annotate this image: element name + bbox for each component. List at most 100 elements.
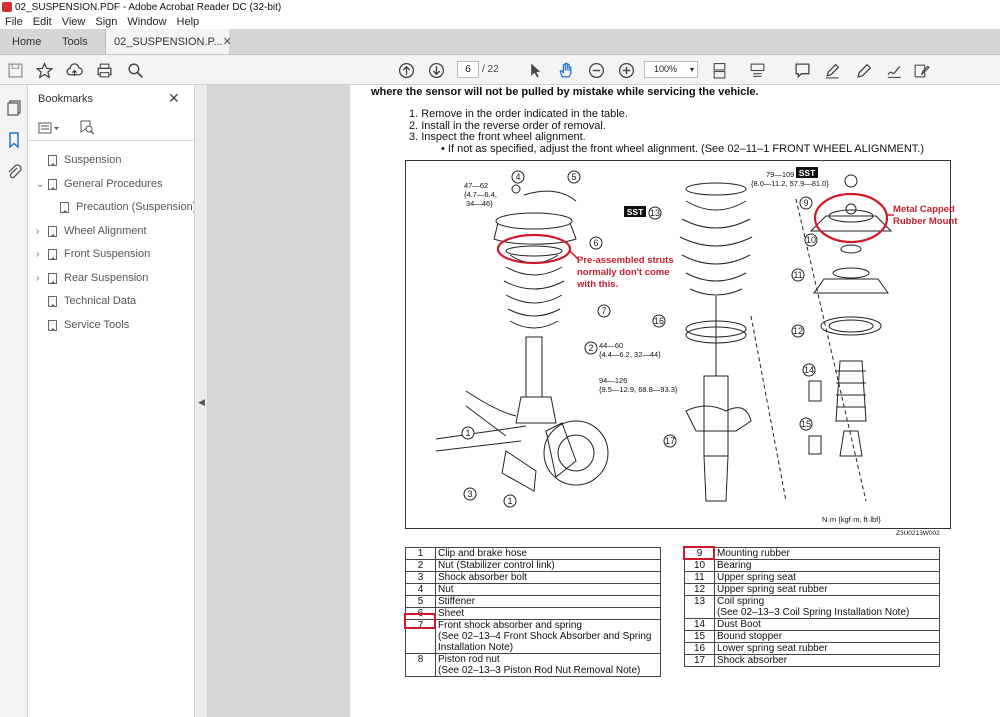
tab-document-label: 02_SUSPENSION.P... xyxy=(114,35,223,48)
page-total: / 22 xyxy=(482,64,499,75)
chevron-down-icon: ▾ xyxy=(689,65,694,74)
torque-spec: 47—62 xyxy=(464,181,488,190)
menu-window[interactable]: Window xyxy=(122,16,171,28)
menu-file[interactable]: File xyxy=(0,16,28,28)
table-row: 7 Front shock absorber and spring (See 02… xyxy=(405,619,661,654)
bookmark-label: Suspension xyxy=(64,154,122,166)
page-number-input[interactable]: 6 xyxy=(457,61,479,78)
bookmark-label: Front Suspension xyxy=(64,248,151,260)
window-title: 02_SUSPENSION.PDF - Adobe Acrobat Reader… xyxy=(15,1,282,13)
bookmark-general-procedures[interactable]: ⌄ General Procedures xyxy=(36,178,162,190)
sign-icon[interactable] xyxy=(885,61,903,79)
tab-home[interactable]: Home xyxy=(0,29,50,54)
table-row: 17 Shock absorber xyxy=(684,654,940,667)
chevron-right-icon[interactable]: › xyxy=(36,249,48,260)
close-tab-icon[interactable]: ✕ xyxy=(223,35,232,48)
bookmark-technical-data[interactable]: Technical Data xyxy=(36,295,136,307)
page-layout-icon[interactable] xyxy=(710,61,728,79)
svg-text:14: 14 xyxy=(804,365,814,375)
svg-text:11: 11 xyxy=(793,270,802,280)
mount-annotation: Metal Capped Rubber Mount xyxy=(893,204,958,227)
star-icon[interactable] xyxy=(35,61,53,79)
svg-text:1: 1 xyxy=(507,496,512,506)
table-row: 16 Lower spring seat rubber xyxy=(684,642,940,655)
svg-text:10: 10 xyxy=(806,235,816,245)
bookmarks-toolbar xyxy=(38,120,94,138)
zoom-out-icon[interactable] xyxy=(587,61,605,79)
save-icon[interactable] xyxy=(6,61,24,79)
svg-text:4: 4 xyxy=(515,172,520,182)
comment-icon[interactable] xyxy=(793,61,811,79)
bookmark-icon xyxy=(60,201,69,213)
bookmark-precaution[interactable]: Precaution (Suspension) xyxy=(60,201,196,213)
bookmark-rear-suspension[interactable]: › Rear Suspension xyxy=(36,272,148,284)
highlight-pen-icon[interactable] xyxy=(823,61,841,79)
parts-table-left: 1 Clip and brake hose 2 Nut (Stabilizer co… xyxy=(405,547,661,677)
struts-annotation: Pre-assembled struts normally don't come… xyxy=(577,255,674,290)
zoom-in-icon[interactable] xyxy=(617,61,635,79)
cloud-upload-icon[interactable] xyxy=(65,61,83,79)
svg-text:2: 2 xyxy=(588,343,593,353)
table-row: 2 Nut (Stabilizer control link) xyxy=(405,559,661,572)
document-text-line: where the sensor will not be pulled by m… xyxy=(371,86,759,98)
find-bookmark-icon[interactable] xyxy=(80,120,94,138)
table-row: 5 Stiffener xyxy=(405,595,661,608)
draw-pen-icon[interactable] xyxy=(855,61,873,79)
bookmark-label: Precaution (Suspension) xyxy=(76,201,197,213)
svg-text:7: 7 xyxy=(601,306,606,316)
fill-sign-icon[interactable] xyxy=(912,61,930,79)
torque-spec: 34—46} xyxy=(466,199,493,208)
torque-spec: 94—126 xyxy=(599,376,627,385)
zoom-level-select[interactable]: 100% ▾ xyxy=(644,61,698,78)
print-icon[interactable] xyxy=(95,61,113,79)
divider xyxy=(28,140,194,141)
close-panel-icon[interactable]: ✕ xyxy=(168,90,180,107)
bookmark-front-suspension[interactable]: › Front Suspension xyxy=(36,248,150,260)
torque-spec: {8.0—11.2, 57.9—81.0} xyxy=(751,179,829,188)
chevron-right-icon[interactable]: › xyxy=(36,273,48,284)
bookmarks-icon[interactable] xyxy=(5,131,23,149)
menu-edit[interactable]: Edit xyxy=(28,16,57,28)
next-page-icon[interactable] xyxy=(427,61,445,79)
chevron-right-icon[interactable]: › xyxy=(36,226,48,237)
exploded-view-diagram: 4 5 6 7 2 1 3 1 13 16 17 9 10 11 12 14 1… xyxy=(405,160,951,529)
previous-page-icon[interactable] xyxy=(397,61,415,79)
bookmark-icon xyxy=(48,225,57,237)
attachments-icon[interactable] xyxy=(5,163,23,181)
svg-text:16: 16 xyxy=(654,316,664,326)
select-cursor-icon[interactable] xyxy=(526,61,544,79)
menu-help[interactable]: Help xyxy=(172,16,205,28)
highlight-box-mounting-rubber xyxy=(683,546,715,560)
page-thumbnails-icon[interactable] xyxy=(5,99,23,117)
menu-sign[interactable]: Sign xyxy=(90,16,122,28)
menu-view[interactable]: View xyxy=(57,16,91,28)
svg-text:15: 15 xyxy=(801,419,811,429)
table-row: 11 Upper spring seat xyxy=(684,571,940,584)
units-label: N·m {kgf·m, ft·lbf} xyxy=(822,515,881,524)
bookmark-label: Technical Data xyxy=(64,295,137,307)
bookmark-label: Wheel Alignment xyxy=(64,225,147,237)
bookmark-service-tools[interactable]: Service Tools xyxy=(36,319,129,331)
table-row: 12 Upper spring seat rubber xyxy=(684,583,940,596)
chevron-down-icon[interactable]: ⌄ xyxy=(36,179,48,190)
table-row: 9 Mounting rubber xyxy=(684,547,940,560)
tab-tools[interactable]: Tools xyxy=(50,29,106,54)
tab-document[interactable]: 02_SUSPENSION.P... ✕ xyxy=(106,29,232,54)
hand-tool-icon[interactable] xyxy=(556,61,574,79)
torque-spec: 44—60 xyxy=(599,341,623,350)
svg-text:12: 12 xyxy=(793,326,803,336)
svg-text:6: 6 xyxy=(593,238,598,248)
bookmark-options-icon[interactable] xyxy=(38,122,60,137)
collapse-panel-icon[interactable]: ◀ xyxy=(198,397,205,408)
panel-splitter[interactable]: ◀ xyxy=(194,85,208,717)
table-row: 1 Clip and brake hose xyxy=(405,547,661,560)
table-row: 8 Piston rod nut (See 02–13–3 Piston Rod … xyxy=(405,653,661,677)
sst-label: SST xyxy=(799,168,816,178)
bookmark-wheel-alignment[interactable]: › Wheel Alignment xyxy=(36,225,147,237)
table-row: 3 Shock absorber bolt xyxy=(405,571,661,584)
search-icon[interactable] xyxy=(126,61,144,79)
scroll-mode-icon[interactable] xyxy=(748,61,766,79)
menu-bar: File Edit View Sign Window Help xyxy=(0,14,1000,29)
bookmark-suspension[interactable]: Suspension xyxy=(36,154,122,166)
table-row: 6 Sheet xyxy=(405,607,661,620)
